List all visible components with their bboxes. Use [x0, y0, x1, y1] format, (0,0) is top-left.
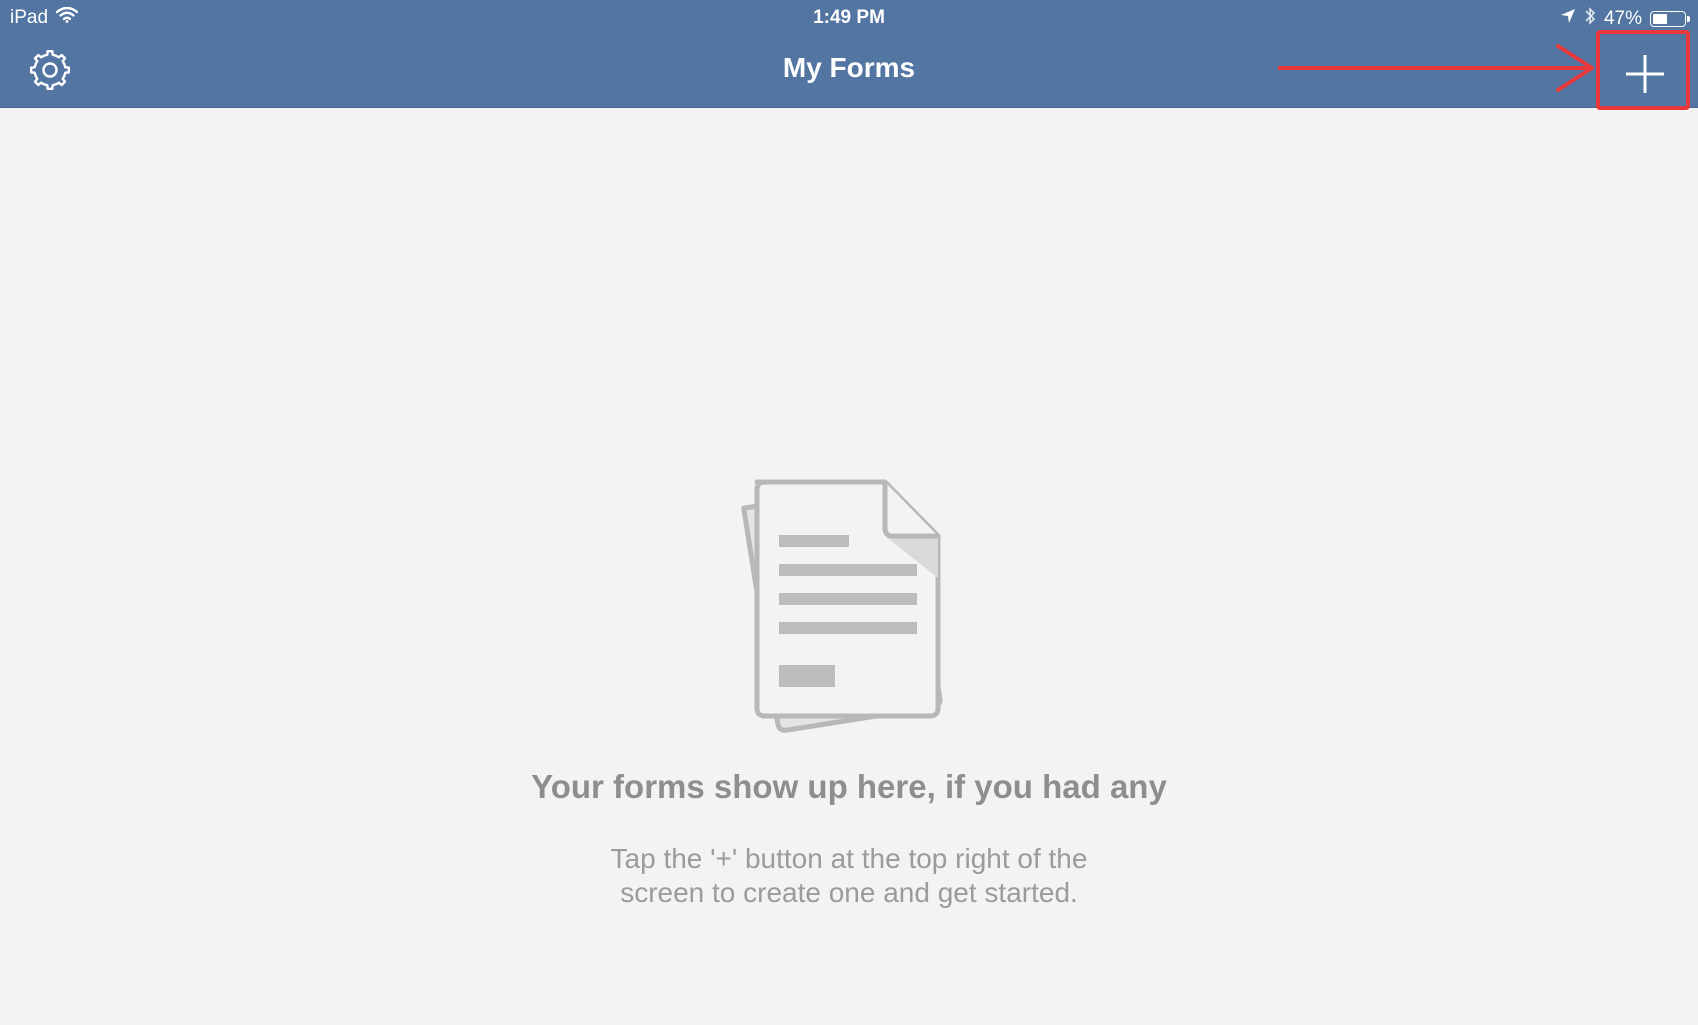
- app-screen: iPad 1:49 PM 47% My Forms Your forms sho…: [0, 0, 1698, 1025]
- status-right: 47%: [1560, 6, 1690, 32]
- status-bar: iPad 1:49 PM 47%: [0, 0, 1698, 36]
- bluetooth-icon: [1584, 6, 1596, 32]
- plus-icon: [1626, 55, 1664, 93]
- navigation-bar: iPad 1:49 PM 47% My Forms: [0, 0, 1698, 110]
- status-time: 1:49 PM: [813, 7, 885, 28]
- empty-state-title: Your forms show up here, if you had any: [531, 768, 1167, 805]
- empty-state-subtitle-line-1: Tap the '+' button at the top right of t…: [610, 843, 1088, 874]
- battery-icon: [1650, 11, 1690, 27]
- arrow-right-icon: [1278, 44, 1594, 92]
- battery-fill: [1653, 14, 1667, 24]
- battery-percent: 47%: [1603, 8, 1642, 29]
- battery-tip: [1687, 16, 1690, 22]
- empty-state-subtitle-line-2: screen to create one and get started.: [620, 877, 1078, 908]
- add-form-button[interactable]: [1596, 30, 1690, 110]
- location-arrow-icon: [1560, 8, 1576, 30]
- empty-state-subtitle: Tap the '+' button at the top right of t…: [549, 842, 1149, 910]
- document-stack-icon: [741, 479, 943, 733]
